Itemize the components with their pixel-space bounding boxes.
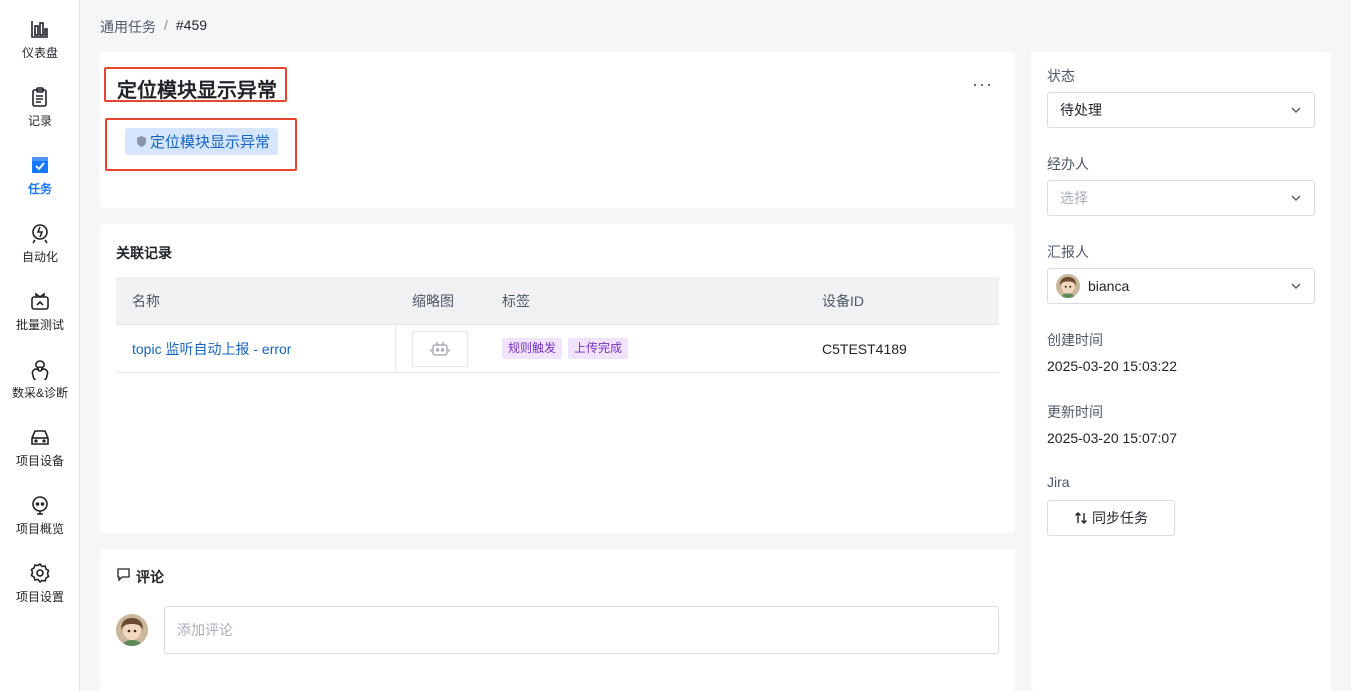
record-thumbnail-cell	[396, 330, 486, 367]
jira-label: Jira	[1047, 474, 1070, 490]
diagnosis-icon	[31, 360, 49, 380]
sidebar-item-dashboard[interactable]: 仪表盘	[0, 14, 80, 70]
table-header: 名称 缩略图 标签 设备ID	[116, 277, 999, 325]
task-tag-label: 定位模块显示异常	[150, 134, 271, 151]
breadcrumb-separator: /	[164, 17, 168, 33]
created-time-value: 2025-03-20 15:03:22	[1047, 358, 1177, 374]
assignee-select[interactable]: 选择	[1047, 180, 1315, 216]
column-header-name: 名称	[132, 292, 160, 309]
overview-icon	[32, 496, 48, 515]
reporter-value: bianca	[1088, 278, 1130, 294]
comment-icon	[117, 568, 130, 582]
assignee-placeholder: 选择	[1060, 190, 1088, 206]
reporter-select[interactable]: bianca	[1047, 268, 1315, 304]
more-actions-button[interactable]: ···	[972, 74, 993, 95]
column-header-thumbnail: 缩略图	[412, 292, 454, 309]
avatar	[116, 614, 148, 646]
task-tag-chip[interactable]: 定位模块显示异常	[125, 128, 279, 155]
related-records-table: 名称 缩略图 标签 设备ID topic 监听自动上报 - error 规则触发…	[116, 277, 999, 373]
sidebar-item-label: 任务	[27, 182, 52, 196]
column-header-device-id: 设备ID	[822, 292, 864, 309]
sidebar-item-records[interactable]: 记录	[0, 82, 80, 138]
sidebar: 仪表盘 记录 任务 自动化 批量测试 数采&诊断 项目设备 项目概览 项目设置	[0, 0, 80, 691]
sidebar-item-label: 项目设备	[15, 454, 64, 468]
sync-arrows-icon	[1075, 512, 1087, 524]
task-icon	[32, 157, 48, 173]
sidebar-item-diagnosis[interactable]: 数采&诊断	[0, 354, 80, 410]
related-records-card	[100, 224, 1015, 533]
breadcrumb-parent[interactable]: 通用任务	[100, 17, 156, 37]
comment-input[interactable]	[164, 606, 999, 654]
record-label: 上传完成	[568, 338, 629, 359]
record-thumbnail[interactable]	[412, 330, 468, 367]
sidebar-item-label: 仪表盘	[21, 46, 58, 60]
sidebar-item-settings[interactable]: 项目设置	[0, 558, 80, 614]
record-device-id: C5TEST4189	[822, 340, 907, 357]
sidebar-item-task[interactable]: 任务	[0, 150, 80, 206]
related-records-title: 关联记录	[116, 245, 172, 261]
records-icon	[32, 87, 47, 107]
sidebar-item-label: 数采&诊断	[11, 386, 68, 400]
record-name-link[interactable]: topic 监听自动上报 - error	[116, 324, 396, 373]
created-time-label: 创建时间	[1047, 332, 1103, 348]
status-select[interactable]: 待处理	[1047, 92, 1315, 128]
sidebar-item-automation[interactable]: 自动化	[0, 218, 80, 274]
sidebar-item-label: 项目概览	[15, 522, 64, 536]
sync-task-button[interactable]: 同步任务	[1047, 500, 1175, 536]
task-title: 定位模块显示异常	[117, 80, 277, 102]
sidebar-item-label: 记录	[27, 114, 52, 128]
shield-icon	[137, 136, 146, 147]
chevron-down-icon	[1291, 195, 1301, 201]
assignee-label: 经办人	[1047, 156, 1089, 172]
reporter-label: 汇报人	[1047, 244, 1089, 260]
status-label: 状态	[1047, 68, 1075, 84]
chevron-down-icon	[1291, 283, 1301, 289]
dashboard-icon	[31, 21, 48, 38]
sidebar-item-device[interactable]: 项目设备	[0, 422, 80, 478]
breadcrumb: 通用任务 / #459	[100, 17, 207, 37]
updated-time-label: 更新时间	[1047, 404, 1103, 420]
comments-title: 评论	[136, 569, 164, 585]
sync-task-label: 同步任务	[1092, 510, 1148, 526]
status-value: 待处理	[1060, 102, 1102, 118]
breadcrumb-current: #459	[175, 17, 208, 33]
avatar	[1056, 274, 1080, 298]
record-labels-cell: 规则触发 上传完成	[486, 338, 806, 359]
record-label: 规则触发	[502, 338, 563, 359]
updated-time-value: 2025-03-20 15:07:07	[1047, 430, 1177, 446]
sidebar-item-batch-test[interactable]: 批量测试	[0, 286, 80, 342]
automation-icon	[32, 224, 48, 244]
batch-test-icon	[31, 292, 49, 310]
robot-icon	[430, 341, 450, 356]
sidebar-item-label: 项目设置	[15, 590, 64, 604]
chevron-down-icon	[1291, 107, 1301, 113]
sidebar-item-label: 自动化	[21, 250, 58, 264]
sidebar-item-overview[interactable]: 项目概览	[0, 490, 80, 546]
settings-icon	[30, 562, 50, 584]
table-row[interactable]: topic 监听自动上报 - error 规则触发 上传完成 C5TEST4189	[116, 324, 999, 373]
sidebar-item-label: 批量测试	[15, 318, 64, 332]
device-icon	[31, 430, 49, 445]
column-header-labels: 标签	[502, 292, 530, 309]
